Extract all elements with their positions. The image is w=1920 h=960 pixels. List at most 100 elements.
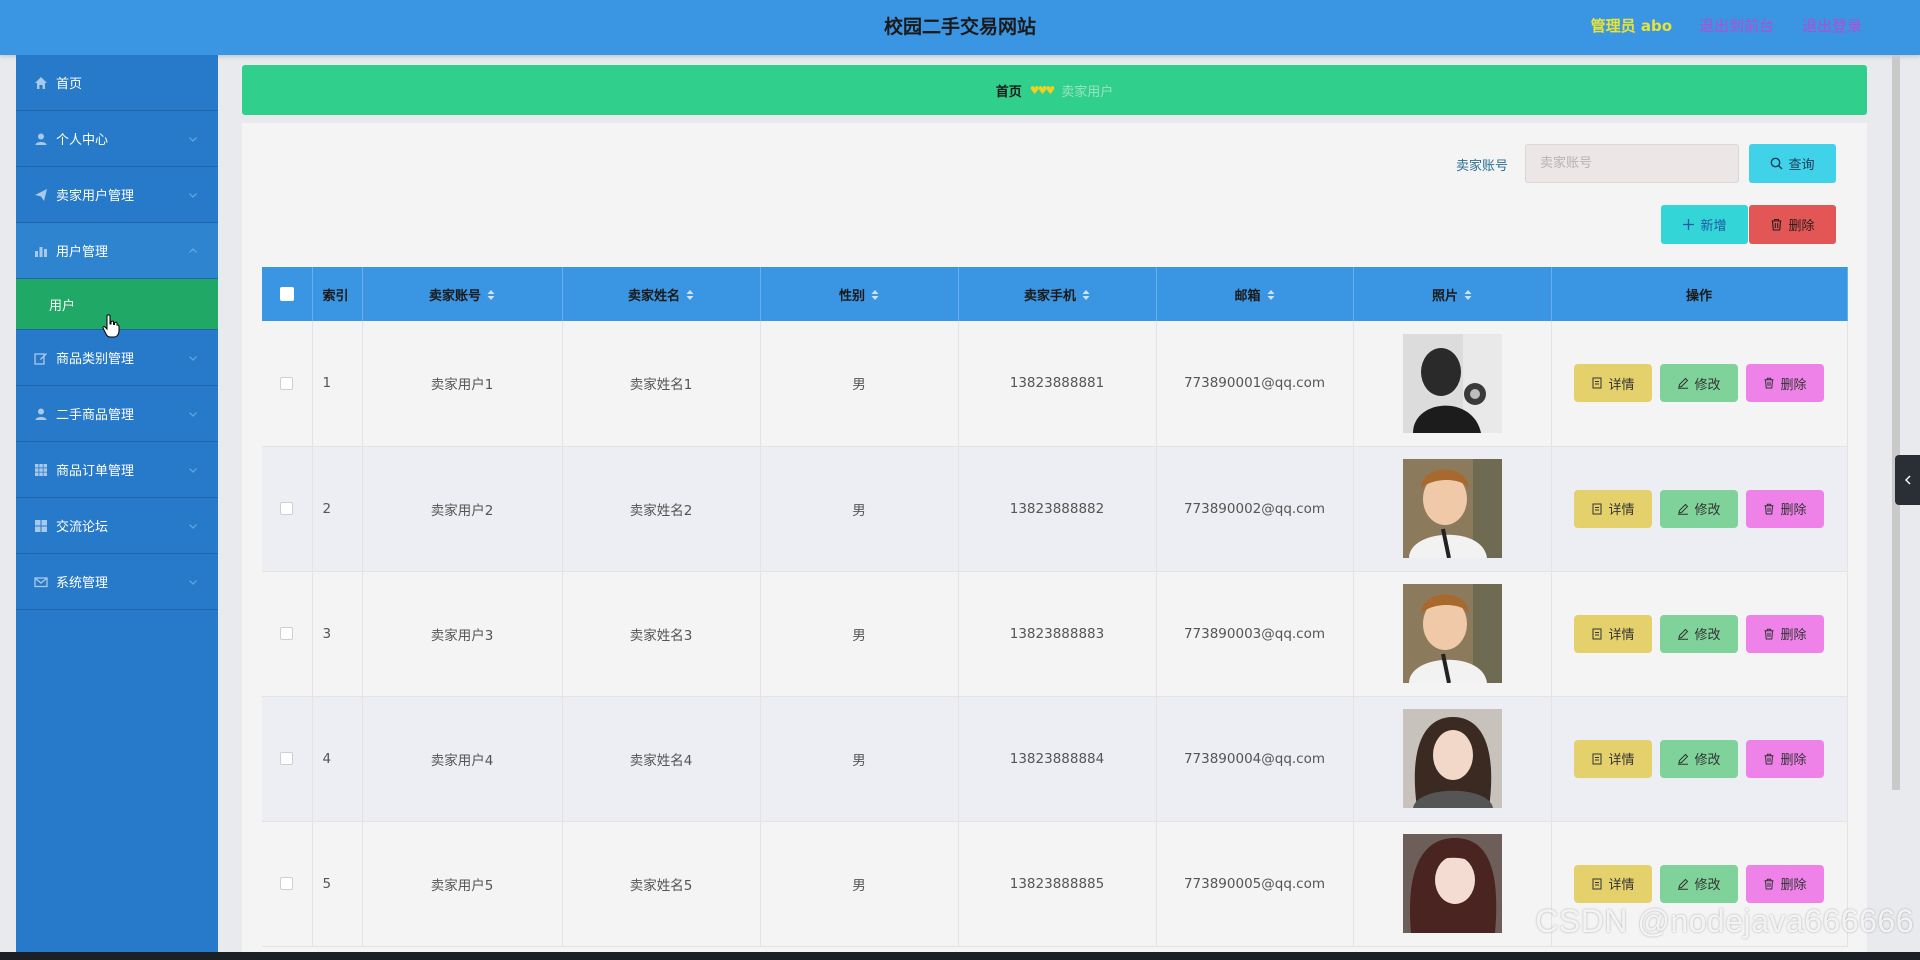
delete-button[interactable]: 删除: [1746, 364, 1824, 403]
edit-button[interactable]: 修改: [1660, 864, 1738, 903]
sort-icon: [487, 289, 495, 300]
edit-button[interactable]: 修改: [1660, 489, 1738, 528]
sidebar-item-user-management[interactable]: 用户管理: [16, 223, 218, 279]
row-phone: 13823888882: [958, 446, 1157, 572]
column-header-label: 照片: [1431, 288, 1458, 304]
sidebar-item-order-management[interactable]: 商品订单管理: [16, 442, 218, 498]
chevron-up-icon: [188, 245, 198, 255]
batch-delete-button-label: 删除: [1788, 219, 1815, 234]
seller-users-table: 索引 卖家账号 卖家姓名 性别 卖家手机 邮箱 照片 操作 1 卖家用户1 卖家…: [262, 267, 1848, 947]
pencil-icon: [1678, 628, 1689, 640]
row-account: 卖家用户2: [362, 446, 563, 572]
edit-button[interactable]: 修改: [1660, 614, 1738, 653]
row-actions-cell: 详情 修改 删除: [1551, 571, 1848, 697]
column-header-name[interactable]: 卖家姓名: [562, 267, 761, 321]
row-checkbox[interactable]: [280, 376, 294, 390]
delete-button[interactable]: 删除: [1746, 739, 1824, 778]
row-gender: 男: [760, 821, 959, 947]
sidebar: 首页 个人中心 卖家用户管理 用户管理 用户 商品类别管理 二手商品管理 商品订…: [16, 55, 218, 960]
column-header-account[interactable]: 卖家账号: [362, 267, 563, 321]
row-name: 卖家姓名3: [562, 571, 761, 697]
search-button[interactable]: 查询: [1749, 144, 1836, 183]
sidebar-item-label: 二手商品管理: [56, 408, 135, 423]
bar-chart-icon: [34, 244, 48, 258]
delete-button-label: 删除: [1780, 628, 1807, 643]
sidebar-item-seller-users[interactable]: 卖家用户管理: [16, 167, 218, 223]
detail-button-label: 详情: [1608, 628, 1635, 643]
row-name: 卖家姓名5: [562, 821, 761, 947]
detail-button[interactable]: 详情: [1574, 739, 1652, 778]
row-phone: 13823888884: [958, 696, 1157, 822]
column-header-photo[interactable]: 照片: [1353, 267, 1552, 321]
row-checkbox[interactable]: [280, 502, 294, 515]
row-gender: 男: [760, 446, 959, 572]
sidebar-item-system-management[interactable]: 系统管理: [16, 554, 218, 610]
side-panel-toggle[interactable]: [1895, 455, 1920, 505]
edit-button[interactable]: 修改: [1660, 364, 1738, 403]
row-checkbox[interactable]: [280, 752, 294, 765]
delete-button[interactable]: 删除: [1746, 864, 1824, 903]
chevron-down-icon: [188, 576, 198, 586]
delete-button[interactable]: 删除: [1746, 614, 1824, 653]
detail-button-label: 详情: [1608, 377, 1635, 393]
row-index: 3: [312, 571, 363, 697]
row-account: 卖家用户4: [362, 696, 563, 822]
avatar-photo: [1402, 333, 1502, 433]
row-select-cell: [262, 821, 313, 947]
sidebar-item-goods-management[interactable]: 二手商品管理: [16, 386, 218, 442]
logout-link[interactable]: 退出登录: [1802, 0, 1862, 52]
row-select-cell: [262, 571, 313, 697]
add-button[interactable]: 新增: [1661, 205, 1748, 244]
add-button-label: 新增: [1700, 219, 1727, 234]
row-select-cell: [262, 446, 313, 572]
mail-icon: [34, 575, 48, 589]
detail-button[interactable]: 详情: [1574, 364, 1652, 403]
sort-icon: [1082, 289, 1090, 300]
document-icon: [1592, 878, 1602, 889]
batch-delete-button[interactable]: 删除: [1749, 205, 1836, 244]
sidebar-item-label: 系统管理: [56, 576, 109, 591]
select-all-header: [262, 267, 313, 321]
document-icon: [1592, 753, 1602, 764]
row-phone: 13823888881: [958, 321, 1157, 447]
sidebar-item-personal-center[interactable]: 个人中心: [16, 111, 218, 167]
detail-button[interactable]: 详情: [1574, 864, 1652, 903]
edit-button[interactable]: 修改: [1660, 739, 1738, 778]
column-header-label: 邮箱: [1234, 288, 1261, 304]
detail-button[interactable]: 详情: [1574, 489, 1652, 528]
seller-account-search-input[interactable]: [1525, 144, 1739, 183]
row-gender: 男: [760, 321, 959, 447]
pencil-icon: [1678, 753, 1689, 765]
breadcrumb-home[interactable]: 首页: [996, 81, 1022, 100]
detail-button-label: 详情: [1608, 878, 1635, 893]
sort-icon: [871, 289, 879, 300]
column-header-gender[interactable]: 性别: [760, 267, 959, 321]
row-email: 773890004@qq.com: [1156, 696, 1354, 822]
row-checkbox[interactable]: [280, 627, 294, 640]
edit-button-label: 修改: [1694, 628, 1721, 643]
select-all-checkbox[interactable]: [279, 287, 294, 301]
column-header-actions: 操作: [1551, 267, 1848, 321]
sidebar-item-label: 交流论坛: [56, 520, 109, 535]
table-header-row: 索引 卖家账号 卖家姓名 性别 卖家手机 邮箱 照片 操作: [262, 267, 1848, 321]
search-icon: [1771, 157, 1783, 170]
sidebar-item-home[interactable]: 首页: [16, 55, 218, 111]
delete-button[interactable]: 删除: [1746, 489, 1824, 528]
column-header-phone[interactable]: 卖家手机: [958, 267, 1157, 321]
sidebar-item-forum[interactable]: 交流论坛: [16, 498, 218, 554]
trash-icon: [1764, 878, 1774, 889]
row-email: 773890001@qq.com: [1156, 321, 1354, 447]
row-account: 卖家用户5: [362, 821, 563, 947]
row-index: 5: [312, 821, 363, 947]
row-name: 卖家姓名1: [562, 321, 761, 447]
breadcrumb-current: 卖家用户: [1061, 84, 1114, 100]
exit-to-front-link[interactable]: 退出到前台: [1699, 0, 1774, 52]
user-icon: [34, 132, 48, 146]
detail-button[interactable]: 详情: [1574, 614, 1652, 653]
page-scrollbar[interactable]: [1892, 55, 1900, 790]
column-header-index: 索引: [312, 267, 363, 321]
sidebar-item-category-management[interactable]: 商品类别管理: [16, 330, 218, 386]
column-header-email[interactable]: 邮箱: [1156, 267, 1354, 321]
detail-button-label: 详情: [1608, 503, 1635, 518]
row-checkbox[interactable]: [280, 877, 294, 890]
